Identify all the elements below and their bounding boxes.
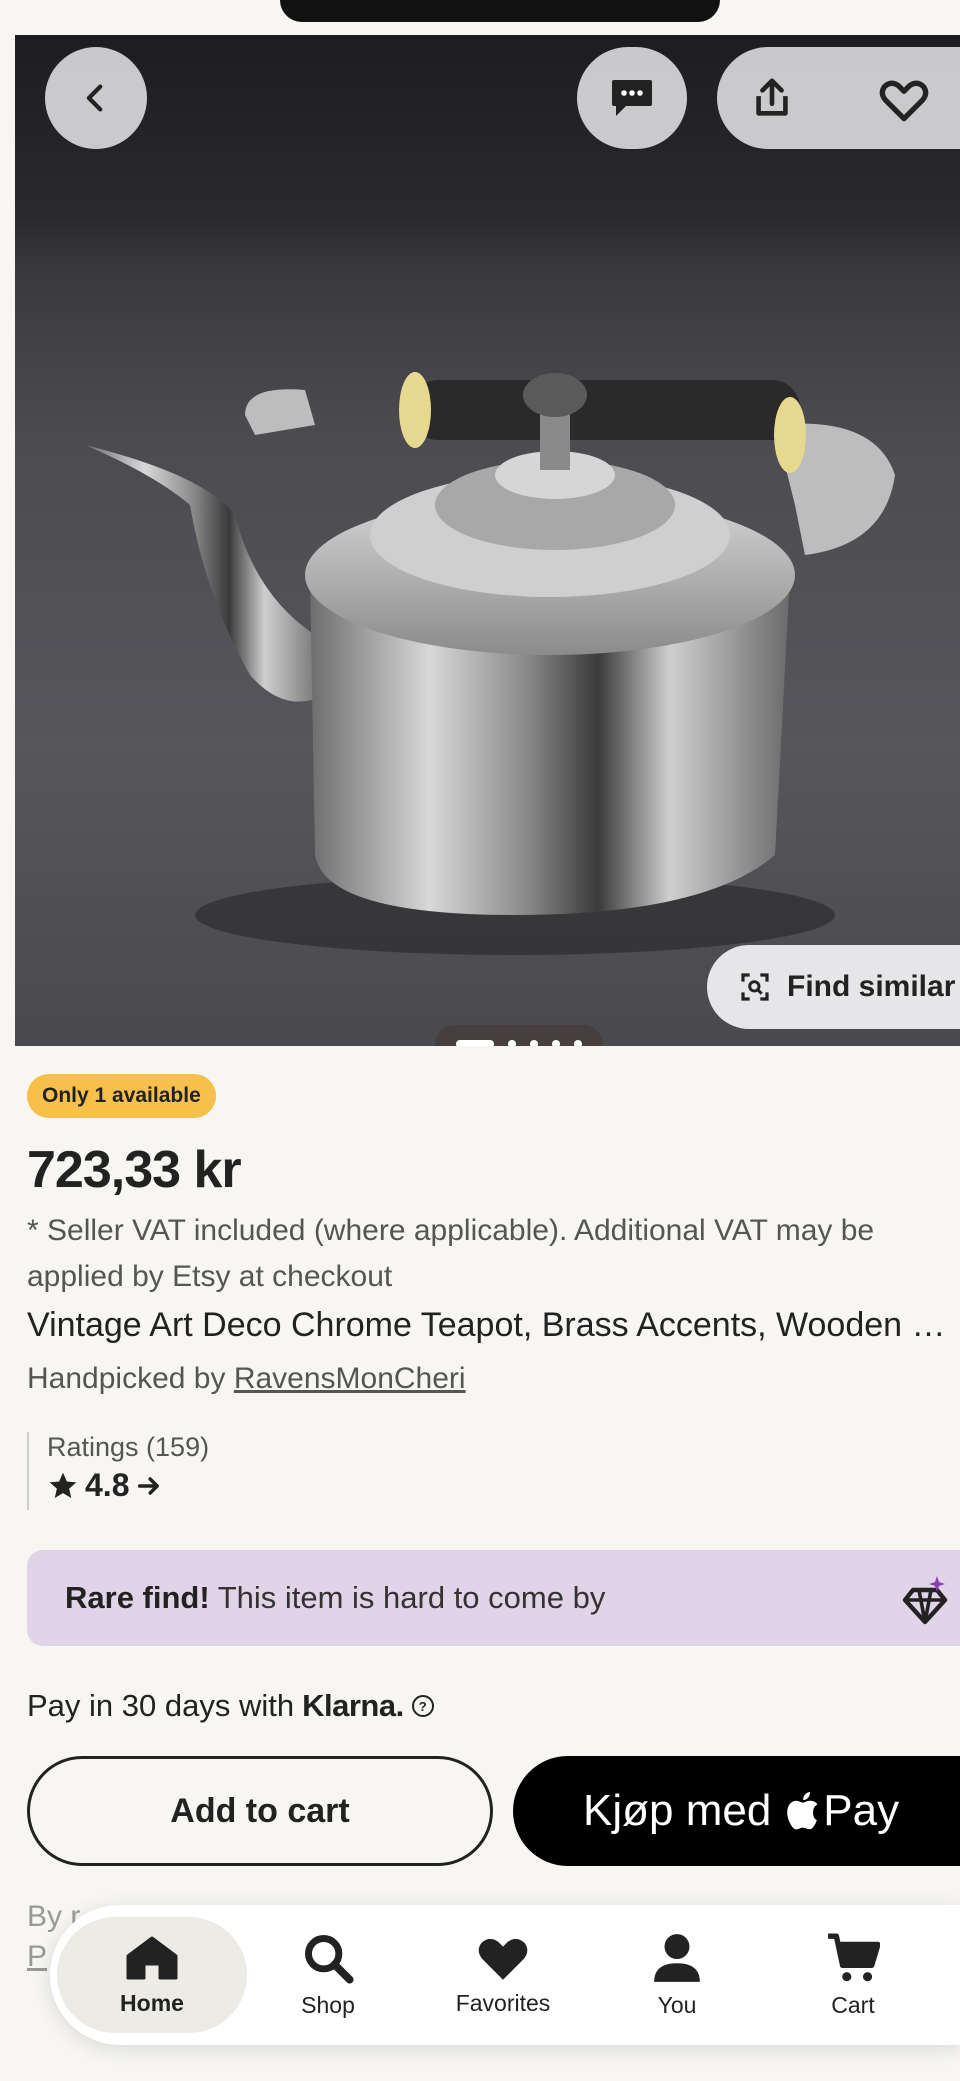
nav-label: Home	[120, 1989, 184, 2016]
rating-row[interactable]: 4.8	[47, 1467, 209, 1504]
heart-icon	[879, 80, 929, 122]
bottom-nav: Home Shop Favorites You Cart	[50, 1905, 960, 2045]
rating-value: 4.8	[85, 1467, 130, 1503]
find-similar-button[interactable]: Find similar	[707, 945, 960, 1029]
rare-find-bold: Rare find!	[65, 1580, 210, 1615]
nav-cart[interactable]: Cart	[758, 1917, 948, 2033]
vat-note: * Seller VAT included (where applicable)…	[27, 1214, 875, 1293]
pagination-dot[interactable]	[508, 1040, 516, 1046]
image-pagination[interactable]	[435, 1025, 603, 1046]
nav-you[interactable]: You	[582, 1917, 772, 2033]
visual-search-icon	[741, 973, 769, 1001]
star-icon	[49, 1472, 77, 1498]
back-button[interactable]	[45, 47, 147, 149]
rare-find-text: This item is hard to come by	[217, 1580, 606, 1615]
arrow-right-icon	[138, 1476, 160, 1495]
search-icon	[305, 1934, 354, 1984]
share-icon	[756, 78, 788, 116]
find-similar-label: Find similar	[787, 970, 956, 1003]
klarna-offer[interactable]: Pay in 30 days with Klarna. ?	[27, 1688, 434, 1724]
nav-label: You	[657, 1991, 697, 2018]
teapot-photo	[85, 372, 895, 955]
pagination-dot[interactable]	[530, 1040, 538, 1046]
rare-find-banner: Rare find! This item is hard to come by	[27, 1550, 960, 1646]
nav-label: Shop	[301, 1991, 355, 2018]
availability-badge: Only 1 available	[27, 1074, 216, 1118]
help-icon[interactable]: ?	[411, 1695, 434, 1717]
message-icon	[612, 80, 652, 116]
apple-pay-prefix: Kjøp med	[583, 1786, 772, 1835]
share-favorite-group	[717, 47, 960, 149]
diamond-sparkle-icon	[902, 1576, 948, 1625]
handpicked-prefix: Handpicked by	[27, 1362, 226, 1395]
favorite-button[interactable]	[877, 77, 931, 128]
message-seller-button[interactable]	[577, 47, 687, 149]
klarna-prefix: Pay in 30 days with	[27, 1688, 295, 1723]
nav-shop[interactable]: Shop	[233, 1917, 423, 2033]
ratings-section[interactable]: Ratings (159) 4.8	[27, 1432, 209, 1510]
handpicked-by: Handpicked by RavensMonCheri	[27, 1362, 466, 1396]
product-image[interactable]: Find similar	[15, 35, 960, 1046]
pagination-dot[interactable]	[574, 1040, 582, 1046]
home-icon	[126, 1936, 178, 1979]
nav-label: Cart	[831, 1991, 875, 2018]
product-title[interactable]: Vintage Art Deco Chrome Teapot, Brass Ac…	[27, 1306, 960, 1345]
chevron-left-icon	[86, 84, 103, 112]
person-icon	[654, 1933, 700, 1982]
apple-pay-brand: Pay	[823, 1786, 900, 1835]
share-button[interactable]	[747, 75, 797, 126]
pagination-dot[interactable]	[552, 1040, 560, 1046]
device-notch	[280, 0, 720, 22]
nav-label: Favorites	[455, 1989, 551, 2016]
heart-icon	[478, 1938, 528, 1980]
price: 723,33 kr	[27, 1141, 242, 1199]
apple-logo-icon	[785, 1791, 819, 1831]
nav-home[interactable]: Home	[57, 1917, 247, 2033]
klarna-logo: Klarna.	[302, 1688, 404, 1723]
shop-name-link[interactable]: RavensMonCheri	[234, 1362, 466, 1395]
apple-pay-button[interactable]: Kjøp med Pay	[513, 1756, 960, 1866]
cart-icon	[828, 1932, 880, 1981]
nav-favorites[interactable]: Favorites	[408, 1917, 598, 2033]
add-to-cart-button[interactable]: Add to cart	[27, 1756, 493, 1866]
pagination-dot[interactable]	[456, 1040, 494, 1046]
ratings-label: Ratings (159)	[47, 1432, 210, 1462]
